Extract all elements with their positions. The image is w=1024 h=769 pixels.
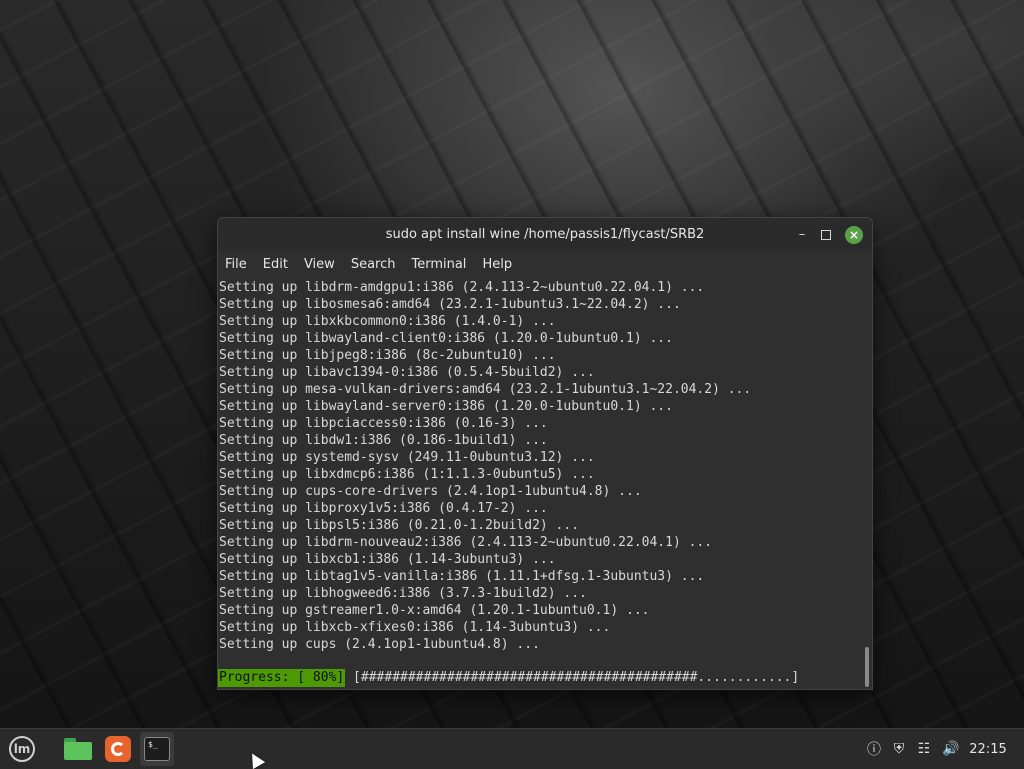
output-line: Setting up libavc1394-0:i386 (0.5.4-5bui… [219,365,595,380]
menu-edit[interactable]: Edit [263,257,288,272]
output-line: Setting up libxdmcp6:i386 (1:1.1.3-0ubun… [219,467,595,482]
menu-button[interactable]: lm [5,732,39,766]
menu-file[interactable]: File [225,257,247,272]
output-line: Setting up libosmesa6:amd64 (23.2.1-1ubu… [219,297,681,312]
desktop-background: sudo apt install wine /home/passis1/flyc… [0,0,1024,728]
output-line: Setting up libpciaccess0:i386 (0.16-3) .… [219,416,548,431]
security-tray[interactable]: ⛨ [889,729,909,769]
window-title: sudo apt install wine /home/passis1/flyc… [385,227,705,242]
scrollbar-thumb[interactable] [865,647,869,687]
terminal-icon: $_ [144,737,170,761]
volume-tray[interactable]: 🔊 [940,729,962,769]
terminal-output[interactable]: Setting up libdrm-amdgpu1:i386 (2.4.113-… [218,279,862,689]
folder-icon [64,738,92,760]
output-line: Setting up libdrm-amdgpu1:i386 (2.4.113-… [219,280,705,295]
scrollbar[interactable] [862,279,872,689]
output-line: Setting up libjpeg8:i386 (8c-2ubuntu10) … [219,348,556,363]
output-line: Setting up libxcb-xfixes0:i386 (1.14-3ub… [219,620,611,635]
output-line: Setting up libtag1v5-vanilla:i386 (1.11.… [219,569,705,584]
network-tray[interactable]: ☷ [914,729,934,769]
title-bar[interactable]: sudo apt install wine /home/passis1/flyc… [218,218,872,251]
menu-bar: File Edit View Search Terminal Help [218,251,872,277]
output-line: Setting up gstreamer1.0-x:amd64 (1.20.1-… [219,603,650,618]
output-line: Setting up libwayland-server0:i386 (1.20… [219,399,673,414]
output-line: Setting up libdw1:i386 (0.186-1build1) .… [219,433,548,448]
minimize-icon: – [798,227,806,242]
volume-icon: 🔊 [942,741,960,757]
output-line: Setting up libdrm-nouveau2:i386 (2.4.113… [219,535,713,550]
output-line: Setting up mesa-vulkan-drivers:amd64 (23… [219,382,752,397]
menu-terminal[interactable]: Terminal [411,257,466,272]
output-line: Setting up libpsl5:i386 (0.21.0-1.2build… [219,518,580,533]
shield-icon: ⛨ [893,741,905,757]
menu-view[interactable]: View [304,257,335,272]
progress-line: Progress: [ 80%] [######################… [218,669,799,687]
terminal-window[interactable]: sudo apt install wine /home/passis1/flyc… [217,217,873,690]
linux-mint-logo-icon: lm [9,736,35,762]
terminal-taskbar-button[interactable]: $_ [140,732,174,766]
maximize-button[interactable] [816,218,836,251]
clock-time: 22:15 [969,741,1007,757]
firefox-launcher[interactable] [101,732,135,766]
progress-label: Progress: [ 80%] [218,669,346,687]
update-manager-icon: ⓘ [867,742,881,758]
output-line: Setting up libxkbcommon0:i386 (1.4.0-1) … [219,314,556,329]
close-icon: × [845,225,863,244]
files-launcher[interactable] [61,732,95,766]
update-manager-tray[interactable]: ⓘ [864,729,884,769]
menu-help[interactable]: Help [482,257,512,272]
minimize-button[interactable]: – [792,218,812,251]
output-line: Setting up libwayland-client0:i386 (1.20… [219,331,673,346]
output-line: Setting up libxcb1:i386 (1.14-3ubuntu3) … [219,552,556,567]
taskbar: lm $_ ⓘ ⛨ ☷ 🔊 22:15 [0,728,1024,769]
maximize-icon [821,229,831,240]
network-icon: ☷ [917,741,931,757]
menu-search[interactable]: Search [351,257,396,272]
progress-bar-text: [#######################################… [345,670,800,685]
output-line: Setting up libproxy1v5:i386 (0.4.17-2) .… [219,501,548,516]
close-button[interactable]: × [844,218,864,251]
output-line: Setting up cups-core-drivers (2.4.1op1-1… [219,484,642,499]
firefox-icon [105,736,131,762]
output-line: Setting up cups (2.4.1op1-1ubuntu4.8) ..… [219,637,540,652]
output-line: Setting up libhogweed6:i386 (3.7.3-1buil… [219,586,587,601]
output-line: Setting up systemd-sysv (249.11-0ubuntu3… [219,450,595,465]
clock[interactable]: 22:15 [966,729,1010,769]
